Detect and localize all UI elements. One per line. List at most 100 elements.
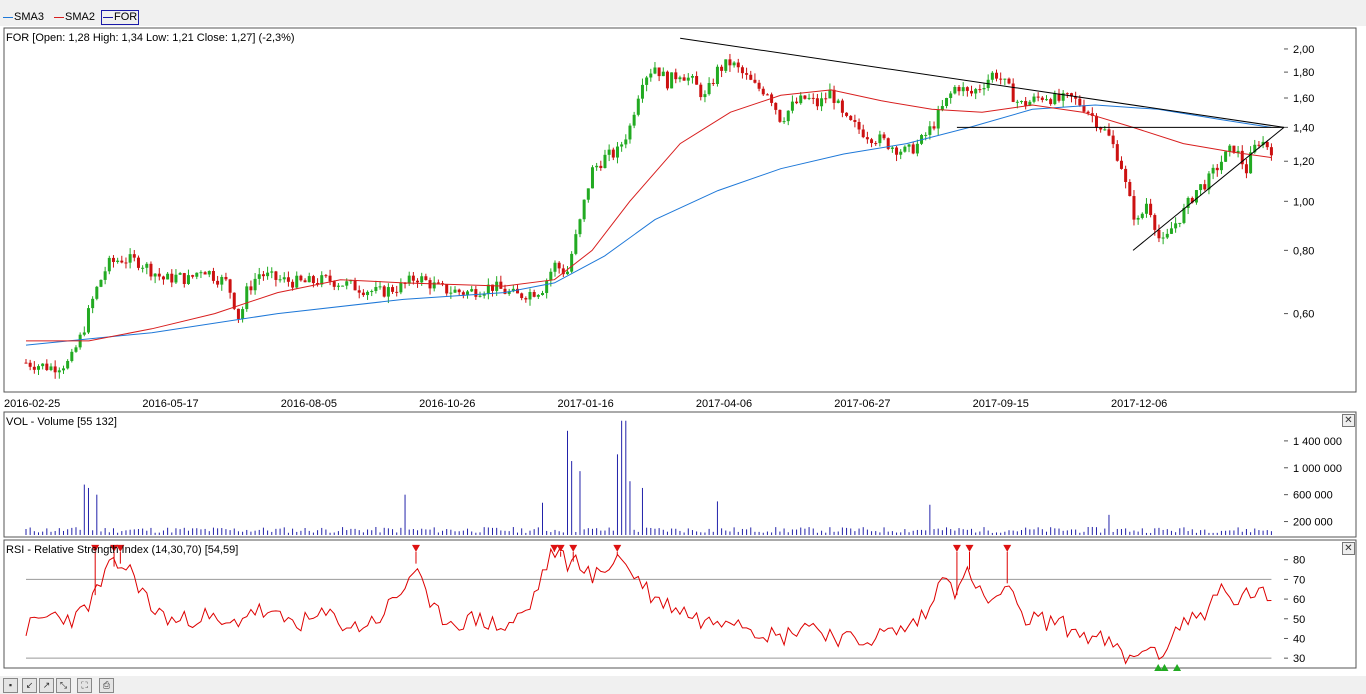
candle-body (1265, 141, 1269, 148)
rsi-panel-close-button[interactable]: ✕ (1342, 542, 1355, 555)
candle-body (553, 262, 557, 272)
candle-body (245, 286, 249, 310)
candle-body (378, 286, 382, 288)
candle-body (1119, 160, 1123, 169)
candle-body (1032, 96, 1036, 102)
candle-body (1144, 203, 1148, 214)
candle-body (724, 59, 728, 71)
candle-body (24, 362, 28, 364)
rsi-y-tick-label: 80 (1293, 555, 1305, 567)
candle-body (899, 151, 903, 155)
candle-body (303, 280, 307, 283)
candle-body (157, 273, 161, 277)
candle-body (649, 73, 653, 78)
price-y-tick-label: 1,40 (1293, 122, 1314, 134)
candle-body (1053, 93, 1057, 105)
candle-body (132, 254, 136, 258)
rsi-y-tick-label: 30 (1293, 653, 1305, 665)
price-y-tick-label: 0,60 (1293, 309, 1314, 321)
candle-body (736, 62, 740, 68)
candle-body (1099, 127, 1103, 130)
candle-body (803, 95, 807, 99)
candle-body (840, 100, 844, 113)
candle-body (278, 279, 282, 281)
candle-body (111, 257, 115, 262)
candle-body (1007, 78, 1011, 84)
candle-body (220, 276, 224, 285)
volume-y-tick-label: 1 000 000 (1293, 463, 1342, 475)
candle-body (236, 308, 240, 319)
candle-body (399, 282, 403, 293)
candle-body (128, 254, 132, 263)
candle-body (953, 86, 957, 94)
candle-body (141, 267, 145, 269)
candle-body (565, 271, 569, 275)
candle-body (57, 370, 61, 373)
candle-body (1003, 78, 1007, 80)
candle-body (590, 167, 594, 189)
price-x-tick-label: 2017-12-06 (1111, 398, 1167, 410)
candle-body (74, 347, 78, 352)
candle-body (1161, 237, 1165, 239)
save-icon[interactable]: ▪ (3, 678, 18, 693)
candle-body (749, 74, 753, 80)
candle-body (690, 76, 694, 78)
candle-body (1044, 99, 1048, 101)
candle-body (895, 147, 899, 155)
price-panel-title: FOR [Open: 1,28 High: 1,34 Low: 1,21 Clo… (6, 32, 295, 44)
rsi-y-tick-label: 40 (1293, 633, 1305, 645)
candle-body (41, 363, 45, 367)
print-icon[interactable]: ⎙ (99, 678, 114, 693)
zoom-out-icon[interactable]: ↗ (39, 678, 54, 693)
candle-body (1140, 213, 1144, 218)
volume-panel-close-button[interactable]: ✕ (1342, 414, 1355, 427)
fit-icon[interactable]: ⛶ (77, 678, 92, 693)
candle-body (466, 291, 470, 295)
candle-body (557, 262, 561, 269)
candle-body (595, 165, 599, 168)
candle-body (1165, 233, 1169, 238)
candle-body (261, 274, 265, 277)
candle-body (628, 125, 632, 140)
price-y-tick-label: 1,20 (1293, 156, 1314, 168)
candle-body (299, 275, 303, 281)
candle-body (178, 273, 182, 275)
candle-body (1103, 129, 1107, 131)
candle-body (199, 272, 203, 274)
candle-body (861, 129, 865, 138)
candle-body (820, 98, 824, 107)
candle-body (832, 89, 836, 103)
candle-body (932, 126, 936, 129)
zoom-in-icon[interactable]: ↙ (22, 678, 37, 693)
candle-body (103, 271, 107, 280)
candle-body (1128, 181, 1132, 197)
candle-body (1149, 203, 1153, 216)
candle-body (949, 93, 953, 98)
candle-body (1203, 184, 1207, 190)
candle-body (849, 115, 853, 120)
candle-body (391, 287, 395, 292)
candle-body (978, 89, 982, 91)
candle-body (332, 281, 336, 287)
candle-body (911, 144, 915, 154)
zoom-reset-icon[interactable]: ⤡ (56, 678, 71, 693)
candle-body (470, 289, 474, 292)
candle-body (370, 291, 374, 293)
rsi-panel-title: RSI - Relative Strength Index (14,30,70)… (6, 544, 238, 556)
candle-body (53, 366, 57, 373)
candle-body (1094, 115, 1098, 128)
candle-body (615, 146, 619, 158)
candle-body (524, 298, 528, 300)
candle-body (878, 134, 882, 144)
candle-body (416, 280, 420, 283)
candle-body (382, 286, 386, 297)
candle-body (1153, 215, 1157, 230)
candle-body (49, 366, 53, 370)
candle-body (186, 275, 190, 284)
candle-body (761, 88, 765, 95)
candle-body (145, 263, 149, 268)
candle-body (786, 110, 790, 122)
candle-body (432, 282, 436, 289)
candle-body (136, 257, 140, 268)
candle-body (461, 292, 465, 295)
